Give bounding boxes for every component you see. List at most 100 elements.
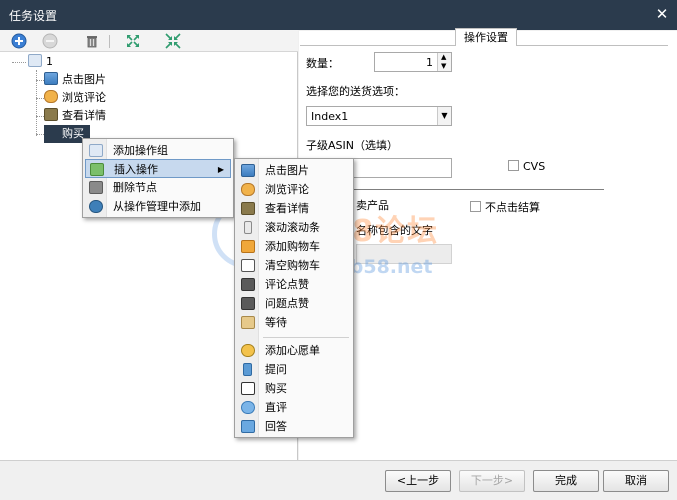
question-icon <box>243 363 252 376</box>
no-click-checkout-box[interactable] <box>470 201 481 212</box>
submenu-item-like-review[interactable]: 评论点赞 <box>237 275 351 294</box>
chevron-down-icon[interactable]: ▼ <box>441 62 446 70</box>
menu-item-delete-node[interactable]: 删除节点 <box>85 178 231 197</box>
stepper-buttons[interactable]: ▲ ▼ <box>437 53 451 71</box>
tree-root-node[interactable]: 1 <box>28 53 53 71</box>
menu-item-add-group[interactable]: 添加操作组 <box>85 141 231 160</box>
document-icon <box>241 202 255 215</box>
menu-item-label: 删除节点 <box>113 181 157 194</box>
menu-item-label: 从操作管理中添加 <box>113 200 201 213</box>
quantity-stepper[interactable]: 1 ▲ ▼ <box>374 52 452 72</box>
menu-item-insert-operation[interactable]: 插入操作 ▶ <box>85 159 231 178</box>
trash-icon <box>89 181 103 194</box>
manage-icon <box>89 200 103 213</box>
no-click-checkout-label: 不点击结算 <box>485 201 540 214</box>
submenu-item-label: 评论点赞 <box>265 278 309 291</box>
tree-node-label: 点击图片 <box>62 73 106 86</box>
no-click-checkout-checkbox[interactable]: 不点击结算 <box>470 199 540 215</box>
submenu-item-empty-cart[interactable]: 清空购物车 <box>237 256 351 275</box>
cursor-icon <box>28 54 42 67</box>
tree-connector <box>12 62 26 63</box>
submenu-item-label: 等待 <box>265 316 287 329</box>
add-circle-icon[interactable] <box>11 33 27 49</box>
submenu-item-like-question[interactable]: 问题点赞 <box>237 294 351 313</box>
submenu-item-label: 直评 <box>265 401 287 414</box>
submenu-item-label: 添加购物车 <box>265 240 320 253</box>
submenu-item-label: 点击图片 <box>265 164 309 177</box>
tree-node-click-image[interactable]: 点击图片 <box>44 71 106 89</box>
submenu-item-label: 查看详情 <box>265 202 309 215</box>
submenu-item-answer[interactable]: 回答 <box>237 417 351 436</box>
tree-node-view-details[interactable]: 查看详情 <box>44 107 106 125</box>
remove-circle-icon[interactable] <box>42 33 58 49</box>
shipping-option-label: 选择您的送货选项： <box>306 85 405 98</box>
cvs-checkbox[interactable]: CVS <box>508 160 545 173</box>
submenu-item-ask-question[interactable]: 提问 <box>237 360 351 379</box>
submenu-item-label: 滚动滚动条 <box>265 221 320 234</box>
image-icon <box>241 164 255 177</box>
settings-tab-title: 操作设置 <box>455 28 517 46</box>
tree-connector <box>36 134 44 135</box>
close-icon[interactable]: ✕ <box>653 5 671 23</box>
shipping-option-select[interactable]: Index1 ▼ <box>306 106 452 126</box>
cart-icon <box>241 382 255 395</box>
submenu-item-add-wishlist[interactable]: 添加心愿单 <box>237 341 351 360</box>
toolbar-separator <box>109 35 110 48</box>
submenu-item-wait[interactable]: 等待 <box>237 313 351 332</box>
title-bar: 任务设置 ✕ <box>0 0 677 30</box>
wishlist-icon <box>241 344 255 357</box>
thumb-up-icon <box>241 297 255 310</box>
context-menu: 添加操作组 插入操作 ▶ 删除节点 从操作管理中添加 <box>82 138 234 218</box>
menu-item-label: 添加操作组 <box>113 144 168 157</box>
submenu-item-scroll[interactable]: 滚动滚动条 <box>237 218 351 237</box>
submenu-item-browse-reviews[interactable]: 浏览评论 <box>237 180 351 199</box>
child-asin-label: 子级ASIN（选填） <box>306 139 398 152</box>
tree-connector <box>36 98 44 99</box>
tree-node-browse-reviews[interactable]: 浏览评论 <box>44 89 106 107</box>
hand-icon <box>44 90 58 103</box>
tree-node-label: 购买 <box>62 127 84 140</box>
next-step-button[interactable]: 下一步> <box>459 470 525 492</box>
cancel-button[interactable]: 取消 <box>603 470 669 492</box>
chevron-down-icon[interactable]: ▼ <box>437 107 451 125</box>
submenu-item-add-cart[interactable]: 添加购物车 <box>237 237 351 256</box>
submenu-item-label: 提问 <box>265 363 287 376</box>
submenu-item-label: 回答 <box>265 420 287 433</box>
chevron-up-icon[interactable]: ▲ <box>441 53 446 61</box>
tree-node-label: 浏览评论 <box>62 91 106 104</box>
finish-button[interactable]: 完成 <box>533 470 599 492</box>
submenu-item-view-details[interactable]: 查看详情 <box>237 199 351 218</box>
scroll-icon <box>244 221 252 234</box>
quantity-value: 1 <box>426 56 433 69</box>
thumb-up-icon <box>241 278 255 291</box>
tree-root-label: 1 <box>46 55 53 68</box>
prev-step-button[interactable]: <上一步 <box>385 470 451 492</box>
submenu-item-buy[interactable]: 购买 <box>237 379 351 398</box>
trash-icon[interactable] <box>84 33 100 49</box>
hourglass-icon <box>241 316 255 329</box>
submenu-item-click-image[interactable]: 点击图片 <box>237 161 351 180</box>
cart-add-icon <box>241 240 255 253</box>
collapse-icon[interactable] <box>165 33 181 49</box>
submenu-item-label: 清空购物车 <box>265 259 320 272</box>
submenu-separator <box>263 337 349 338</box>
submenu-item-label: 浏览评论 <box>265 183 309 196</box>
quantity-label: 数量： <box>306 57 339 70</box>
cvs-checkbox-box[interactable] <box>508 160 519 171</box>
window-title: 任务设置 <box>9 9 58 23</box>
comment-icon <box>241 401 255 414</box>
submenu-item-label: 问题点赞 <box>265 297 309 310</box>
submenu-item-direct-review[interactable]: 直评 <box>237 398 351 417</box>
document-icon <box>44 108 58 121</box>
hand-icon <box>241 183 255 196</box>
cursor-icon <box>89 144 103 157</box>
insert-icon <box>90 163 104 176</box>
answer-icon <box>241 420 255 433</box>
cart-empty-icon <box>241 259 255 272</box>
tree-toolbar <box>0 30 298 52</box>
menu-item-add-from-manager[interactable]: 从操作管理中添加 <box>85 197 231 216</box>
submenu-item-label: 添加心愿单 <box>265 344 320 357</box>
insert-operation-submenu: 点击图片 浏览评论 查看详情 滚动滚动条 添加购物车 清空购物车 评论点赞 问题… <box>234 158 354 438</box>
tree-connector <box>36 116 44 117</box>
expand-icon[interactable] <box>125 33 141 49</box>
